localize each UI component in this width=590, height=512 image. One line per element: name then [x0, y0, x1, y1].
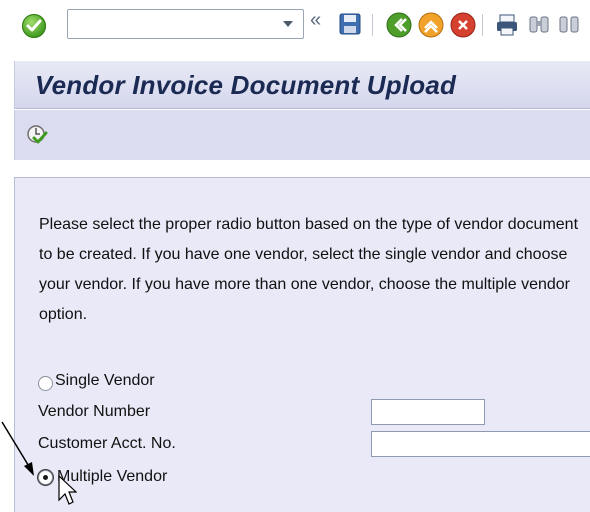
application-toolbar [14, 110, 590, 160]
annotation-arrow-icon [1, 421, 34, 476]
page-title: Vendor Invoice Document Upload [35, 70, 457, 100]
dropdown-icon[interactable] [283, 21, 293, 27]
customer-acct-input[interactable] [371, 431, 590, 457]
system-toolbar: « [0, 0, 590, 58]
single-vendor-label: Single Vendor [55, 372, 155, 389]
toolbar-separator [482, 14, 483, 36]
find-next-icon[interactable] [556, 12, 582, 38]
execute-icon[interactable] [25, 123, 49, 147]
mouse-cursor-icon [58, 474, 77, 505]
vendor-number-label: Vendor Number [38, 403, 151, 420]
instructions-text: Please select the proper radio button ba… [39, 216, 579, 323]
exit-icon[interactable] [418, 12, 444, 38]
single-vendor-radio[interactable] [38, 376, 53, 391]
cancel-icon[interactable] [450, 12, 476, 38]
command-field[interactable] [67, 9, 304, 39]
selection-panel: Please select the proper radio button ba… [14, 177, 590, 512]
enter-icon[interactable] [22, 14, 46, 38]
save-icon[interactable] [338, 12, 364, 38]
vendor-number-input[interactable] [371, 399, 485, 425]
back-chevrons-icon[interactable]: « [310, 8, 321, 32]
back-icon[interactable] [386, 12, 412, 38]
toolbar-separator [372, 14, 373, 36]
print-icon[interactable] [494, 12, 520, 38]
find-icon[interactable] [526, 12, 552, 38]
title-bar: Vendor Invoice Document Upload [14, 61, 590, 109]
